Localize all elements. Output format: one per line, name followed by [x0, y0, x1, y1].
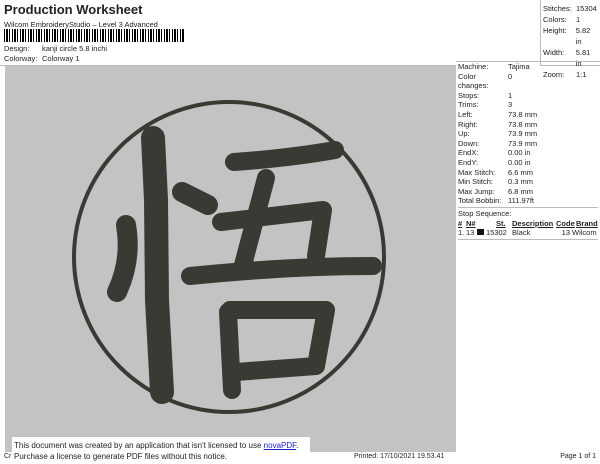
table-row: 1. 13 15302 Black 13 Wilcom: [458, 228, 598, 240]
kanji-stroke: [181, 257, 382, 285]
colorway-row: Colorway: Colorway 1: [4, 54, 80, 63]
col-code: Code: [556, 218, 575, 228]
detail-row: EndX: 0.00 in: [458, 148, 598, 158]
detail-value: 0.00 in: [508, 157, 531, 167]
kanji-circle-design: [72, 100, 386, 414]
detail-row: Down: 73.9 mm: [458, 139, 598, 149]
detail-value: 111.97ft: [508, 196, 534, 206]
stat-value: 5.82 in: [575, 26, 591, 46]
cell-brand: Wilcom: [572, 227, 597, 237]
detail-label: Up:: [458, 129, 470, 139]
design-value: kanji circle 5.8 inchi: [42, 44, 108, 53]
detail-row: Machine: Tajima: [458, 62, 598, 72]
subtitle: Wilcom EmbroideryStudio – Level 3 Advanc…: [4, 20, 158, 29]
printed-date: Printed: 17/10/2021 19.53.41: [354, 453, 445, 460]
page-number: Page 1 of 1: [560, 453, 596, 460]
detail-label: Down:: [458, 138, 480, 148]
kanji-stroke: [172, 182, 218, 215]
colorway-value: Colorway 1: [42, 54, 80, 63]
stat-row: Stitches: 15304: [543, 3, 598, 14]
detail-row: Max Jump: 6.8 mm: [458, 187, 598, 197]
detail-row: Color changes: 0: [458, 72, 598, 91]
col-description: Description: [512, 218, 554, 228]
detail-value: 73.8 mm: [508, 119, 538, 129]
detail-label: Stops:: [458, 90, 480, 100]
detail-label: Left:: [458, 109, 473, 119]
page-title: Production Worksheet: [4, 2, 143, 17]
col-num: #: [458, 218, 463, 228]
stop-sequence-label: Stop Sequence:: [458, 206, 598, 219]
detail-row: Max Stitch: 6.6 mm: [458, 168, 598, 178]
detail-row: EndY: 0.00 in: [458, 158, 598, 168]
detail-label: Right:: [458, 119, 478, 129]
detail-label: EndX:: [458, 148, 479, 158]
stat-label: Colors:: [543, 15, 567, 24]
detail-value: 3: [508, 100, 513, 110]
design-row: Design: kanji circle 5.8 inchi: [4, 44, 107, 53]
notice-text-2: Purchase a license to generate PDF files…: [14, 452, 227, 461]
detail-label: Max Jump:: [458, 186, 495, 196]
detail-value: 0.3 mm: [508, 177, 534, 187]
detail-value: 6.6 mm: [508, 167, 534, 177]
details-list: Machine: Tajima Color changes: 0 Stops: 1 Trim…: [458, 62, 598, 206]
detail-value: 73.8 mm: [508, 109, 538, 119]
stat-label: Stitches:: [543, 4, 572, 13]
license-notice: This document was created by an applicat…: [12, 437, 310, 464]
color-swatch: [477, 228, 484, 235]
detail-value: 0.00 in: [508, 148, 531, 158]
detail-row: Trims: 3: [458, 100, 598, 110]
kanji-stroke: [221, 301, 335, 381]
stat-value: 1: [576, 15, 581, 24]
details-panel: Machine: Tajima Color changes: 0 Stops: 1 Trim…: [456, 61, 600, 452]
detail-value: 6.8 mm: [508, 186, 534, 196]
detail-label: Min Stitch:: [458, 177, 494, 187]
detail-value: 1: [508, 90, 513, 100]
barcode: [4, 29, 185, 42]
kanji-stroke: [225, 141, 344, 171]
cell-num: 1.: [458, 227, 465, 237]
stat-label: Height:: [543, 26, 567, 35]
detail-label: Machine:: [458, 62, 489, 71]
cell-n: 13: [466, 227, 475, 237]
detail-row: Stops: 1: [458, 91, 598, 101]
detail-value: 0: [508, 71, 513, 81]
kanji-stroke: [107, 215, 138, 302]
notice-text-end: .: [296, 441, 299, 450]
stop-sequence-header: # N# St. Description Code Brand: [458, 219, 598, 228]
stat-row: Colors: 1: [543, 14, 598, 25]
detail-value: 73.9 mm: [508, 129, 538, 139]
detail-row: Total Bobbin: 111.97ft: [458, 196, 598, 206]
kanji-stroke: [212, 201, 332, 265]
design-label: Design:: [4, 44, 30, 53]
stat-row: Height: 5.82 in: [543, 25, 598, 47]
detail-label: Trims:: [458, 100, 479, 110]
detail-value: Tajima: [508, 62, 530, 71]
detail-row: Min Stitch: 0.3 mm: [458, 177, 598, 187]
detail-label: EndY:: [458, 157, 479, 167]
design-preview: [5, 66, 456, 452]
detail-label: Max Stitch:: [458, 167, 496, 177]
footer-left: Cr: [4, 453, 12, 460]
colorway-label: Colorway:: [4, 54, 38, 63]
cell-st: 15302: [486, 227, 507, 237]
col-brand: Brand: [576, 218, 598, 228]
kanji-stroke: [141, 126, 174, 404]
detail-row: Left: 73.8 mm: [458, 110, 598, 120]
detail-label: Color changes:: [458, 71, 489, 91]
detail-row: Right: 73.8 mm: [458, 120, 598, 130]
stats-box: Stitches: 15304 Colors: 1 Height: 5.82 in W…: [540, 0, 600, 79]
detail-row: Up: 73.9 mm: [458, 129, 598, 139]
cell-code: 13: [561, 227, 570, 237]
notice-text: This document was created by an applicat…: [14, 441, 264, 450]
detail-label: Total Bobbin:: [458, 196, 502, 206]
col-st: St.: [496, 218, 506, 228]
novapdf-link[interactable]: novaPDF: [264, 441, 296, 450]
col-n: N#: [466, 218, 476, 228]
detail-value: 73.9 mm: [508, 138, 538, 148]
stat-value: 15304: [576, 4, 597, 13]
cell-description: Black: [512, 227, 531, 237]
